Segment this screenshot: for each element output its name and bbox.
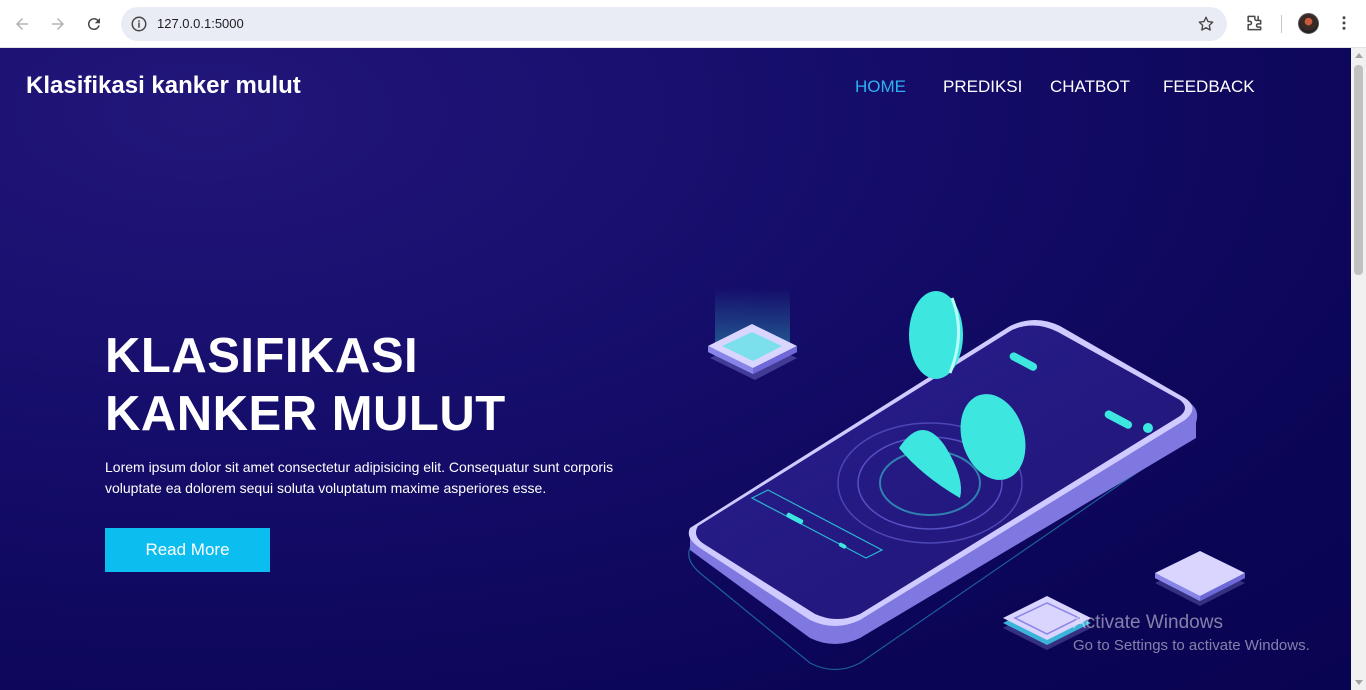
nav-prediksi[interactable]: PREDIKSI [943, 77, 1022, 97]
profile-avatar[interactable] [1298, 13, 1319, 34]
address-bar[interactable]: 127.0.0.1:5000 [121, 7, 1227, 41]
hero-section: Klasifikasi kanker mulut HOME PREDIKSI C… [0, 48, 1351, 690]
toolbar-divider [1281, 15, 1282, 33]
hero-title: KLASIFIKASI KANKER MULUT [105, 327, 506, 443]
windows-activation-title: Activate Windows [1073, 612, 1223, 633]
kebab-menu-icon[interactable] [1335, 13, 1353, 33]
hero-title-line-2: KANKER MULUT [105, 387, 506, 441]
forward-arrow-icon[interactable] [46, 12, 70, 36]
main-nav: HOME PREDIKSI CHATBOT FEEDBACK [855, 77, 1305, 97]
nav-feedback[interactable]: FEEDBACK [1163, 77, 1255, 97]
windows-activation-subtitle: Go to Settings to activate Windows. [1073, 637, 1310, 654]
read-more-button[interactable]: Read More [105, 528, 270, 572]
browser-toolbar: 127.0.0.1:5000 [0, 0, 1366, 48]
phone-illustration [688, 288, 1245, 671]
scroll-down-arrow-icon[interactable] [1355, 680, 1363, 685]
back-arrow-icon[interactable] [10, 12, 34, 36]
scrollbar-thumb[interactable] [1354, 65, 1363, 275]
scroll-up-arrow-icon[interactable] [1355, 53, 1363, 58]
bookmark-star-icon[interactable] [1197, 15, 1215, 33]
extensions-puzzle-icon[interactable] [1244, 13, 1264, 33]
nav-chatbot[interactable]: CHATBOT [1050, 77, 1130, 97]
page-scrollbar[interactable] [1351, 48, 1366, 690]
nav-home[interactable]: HOME [855, 77, 906, 97]
reload-icon[interactable] [82, 12, 106, 36]
site-brand[interactable]: Klasifikasi kanker mulut [26, 72, 301, 100]
url-text[interactable]: 127.0.0.1:5000 [157, 16, 244, 31]
site-info-icon[interactable] [130, 15, 148, 33]
hero-description: Lorem ipsum dolor sit amet consectetur a… [105, 459, 614, 496]
hero-title-line-1: KLASIFIKASI [105, 329, 419, 383]
